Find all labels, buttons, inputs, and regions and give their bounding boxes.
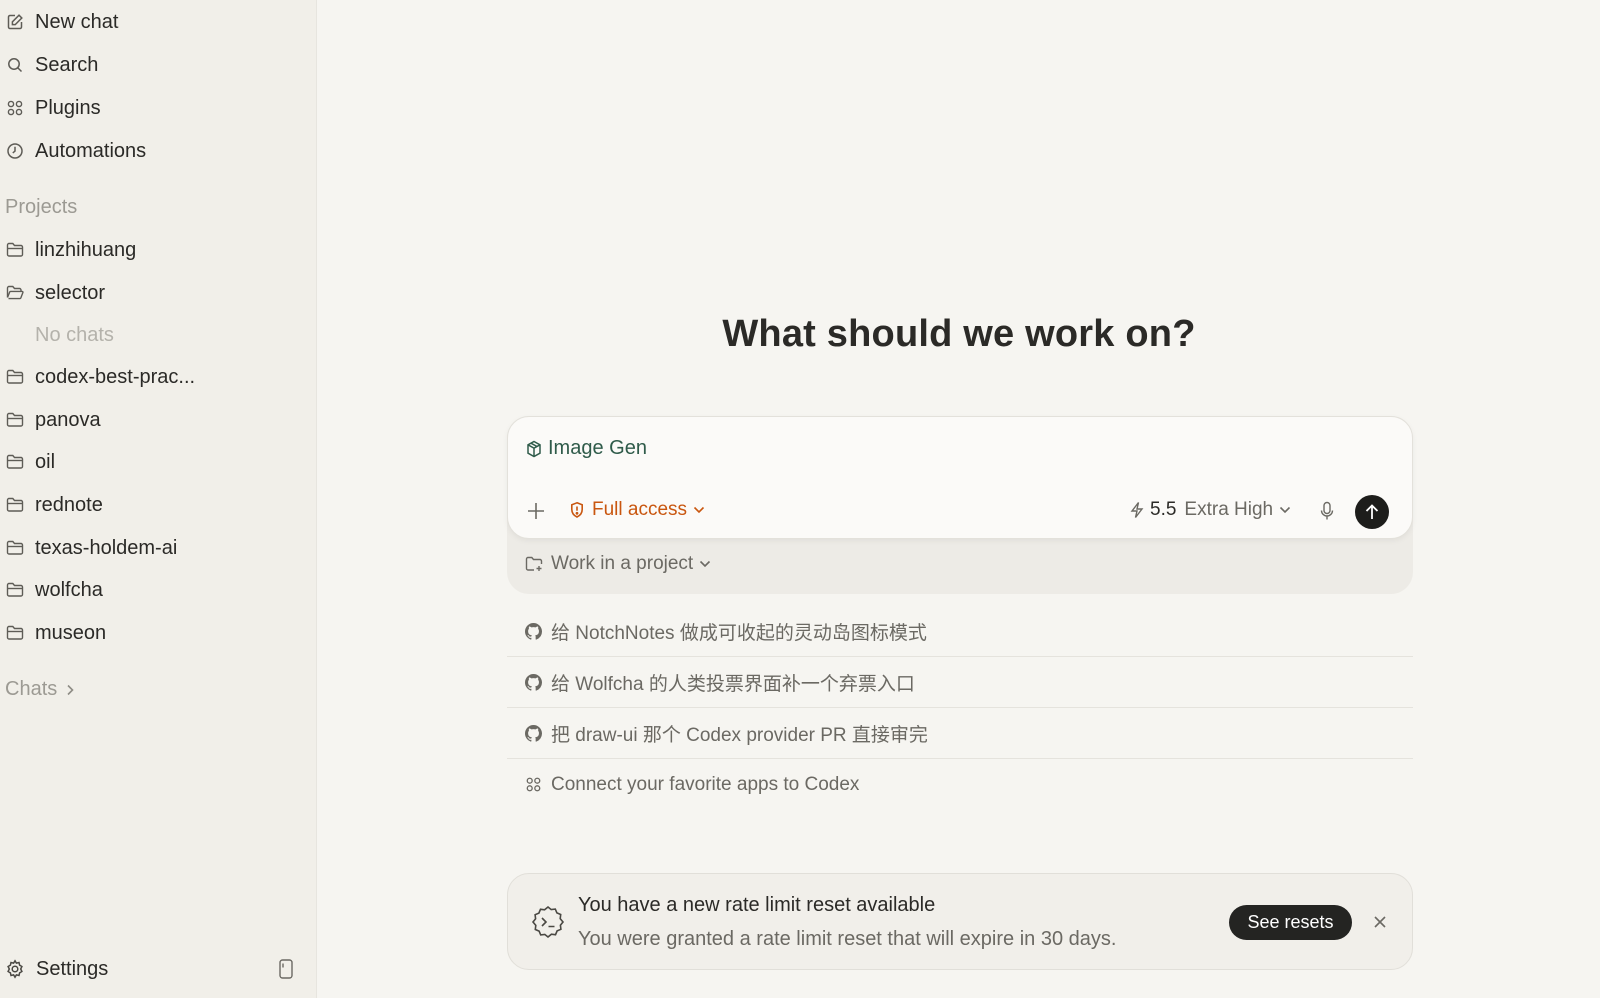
model-selector[interactable]: 5.5 Extra High [1130, 499, 1291, 521]
add-attachment-button[interactable] [524, 499, 548, 523]
page-title: What should we work on? [722, 313, 1196, 355]
folder-icon [5, 367, 25, 387]
project-label: oil [35, 450, 56, 473]
new-chat-label: New chat [35, 10, 119, 33]
rate-limit-notice: You have a new rate limit reset availabl… [507, 873, 1413, 970]
image-gen-chip[interactable]: Image Gen [526, 437, 647, 460]
app-window: New chat Search Plugins Automations Proj… [0, 0, 1600, 998]
chats-section-label: Chats [5, 678, 58, 700]
plugins-label: Plugins [35, 96, 101, 119]
grid-icon [525, 776, 542, 793]
work-in-project-label: Work in a project [551, 553, 694, 574]
project-item-rednote[interactable]: rednote [5, 490, 295, 520]
chevron-right-icon [65, 683, 75, 697]
edit-icon [5, 12, 25, 32]
notice-body: You were granted a rate limit reset that… [578, 928, 1117, 950]
notice-title: You have a new rate limit reset availabl… [578, 894, 936, 916]
work-in-project-dropdown[interactable]: Work in a project [525, 553, 711, 575]
no-chats-text: No chats [35, 324, 114, 346]
plus-icon [528, 503, 544, 519]
suggestion-list: 给 NotchNotes 做成可收起的灵动岛图标模式 给 Wolfcha 的人类… [507, 606, 1413, 810]
folder-icon [5, 623, 25, 643]
plugins-button[interactable]: Plugins [5, 93, 295, 123]
project-item-panova[interactable]: panova [5, 405, 295, 435]
access-mode-label: Full access [592, 499, 688, 520]
suggestion-item[interactable]: 给 NotchNotes 做成可收起的灵动岛图标模式 [507, 606, 1413, 657]
suggestion-label: 给 Wolfcha 的人类投票界面补一个弃票入口 [551, 673, 915, 695]
main-panel: What should we work on? Image Gen Full a… [316, 0, 1600, 998]
close-icon[interactable] [1370, 912, 1390, 932]
folder-icon [5, 580, 25, 600]
arrow-up-icon [1365, 504, 1379, 519]
settings-button[interactable]: Settings [5, 954, 108, 984]
microphone-icon [1320, 501, 1334, 520]
chevron-down-icon [693, 506, 705, 514]
search-button[interactable]: Search [5, 50, 295, 80]
cube-icon [526, 440, 542, 458]
project-label: selector [35, 281, 106, 304]
settings-label: Settings [36, 957, 109, 980]
terminal-badge-icon [530, 904, 566, 940]
folder-icon [5, 240, 25, 260]
suggestion-item[interactable]: Connect your favorite apps to Codex [507, 759, 1413, 810]
grid-icon [5, 98, 25, 118]
project-label: texas-holdem-ai [35, 536, 178, 559]
folder-plus-icon [525, 556, 543, 572]
project-item-selector[interactable]: selector [5, 278, 295, 308]
folder-icon [5, 538, 25, 558]
suggestion-item[interactable]: 给 Wolfcha 的人类投票界面补一个弃票入口 [507, 657, 1413, 708]
project-label: wolfcha [35, 578, 103, 601]
access-mode-dropdown[interactable]: Full access [568, 499, 705, 521]
project-item-texas-holdem-ai[interactable]: texas-holdem-ai [5, 533, 295, 563]
see-resets-button[interactable]: See resets [1229, 905, 1352, 940]
github-icon [525, 724, 542, 742]
microphone-button[interactable] [1315, 499, 1339, 523]
search-label: Search [35, 53, 99, 76]
folder-icon [5, 410, 25, 430]
lightning-icon [1130, 501, 1144, 519]
project-label: museon [35, 621, 107, 644]
gear-icon [5, 959, 25, 979]
prompt-composer[interactable]: Image Gen Full access 5.5 Extra High [507, 416, 1413, 539]
project-item-oil[interactable]: oil [5, 447, 295, 477]
suggestion-label: 把 draw-ui 那个 Codex provider PR 直接审完 [551, 724, 928, 746]
folder-icon [5, 452, 25, 472]
send-button[interactable] [1355, 495, 1389, 529]
chevron-down-icon [1279, 506, 1291, 514]
project-label: codex-best-prac... [35, 365, 196, 388]
project-label: panova [35, 408, 101, 431]
image-gen-label: Image Gen [548, 437, 647, 459]
chats-section-toggle[interactable]: Chats [5, 678, 75, 701]
composer-container: Image Gen Full access 5.5 Extra High Wor… [507, 416, 1413, 594]
project-label: rednote [35, 493, 103, 516]
automations-label: Automations [35, 139, 147, 162]
github-icon [525, 673, 542, 691]
sidebar-toggle-icon[interactable] [278, 958, 294, 980]
github-icon [525, 622, 542, 640]
sidebar: New chat Search Plugins Automations Proj… [0, 0, 316, 998]
chevron-down-icon [699, 560, 711, 568]
project-label: linzhihuang [35, 238, 137, 261]
new-chat-button[interactable]: New chat [5, 7, 295, 37]
projects-section-label: Projects [5, 196, 78, 218]
warning-circle-icon [568, 501, 586, 519]
model-effort: Extra High [1184, 499, 1274, 520]
suggestion-label: Connect your favorite apps to Codex [551, 773, 860, 795]
project-item-linzhihuang[interactable]: linzhihuang [5, 235, 295, 265]
suggestion-item[interactable]: 把 draw-ui 那个 Codex provider PR 直接审完 [507, 708, 1413, 759]
clock-icon [5, 141, 25, 161]
folder-open-icon [5, 283, 25, 303]
model-version: 5.5 [1150, 499, 1177, 520]
suggestion-label: 给 NotchNotes 做成可收起的灵动岛图标模式 [551, 622, 927, 644]
automations-button[interactable]: Automations [5, 136, 295, 166]
search-icon [5, 55, 25, 75]
project-item-museon[interactable]: museon [5, 618, 295, 648]
project-item-wolfcha[interactable]: wolfcha [5, 575, 295, 605]
folder-icon [5, 495, 25, 515]
project-item-codex-best-practices[interactable]: codex-best-prac... [5, 362, 295, 392]
